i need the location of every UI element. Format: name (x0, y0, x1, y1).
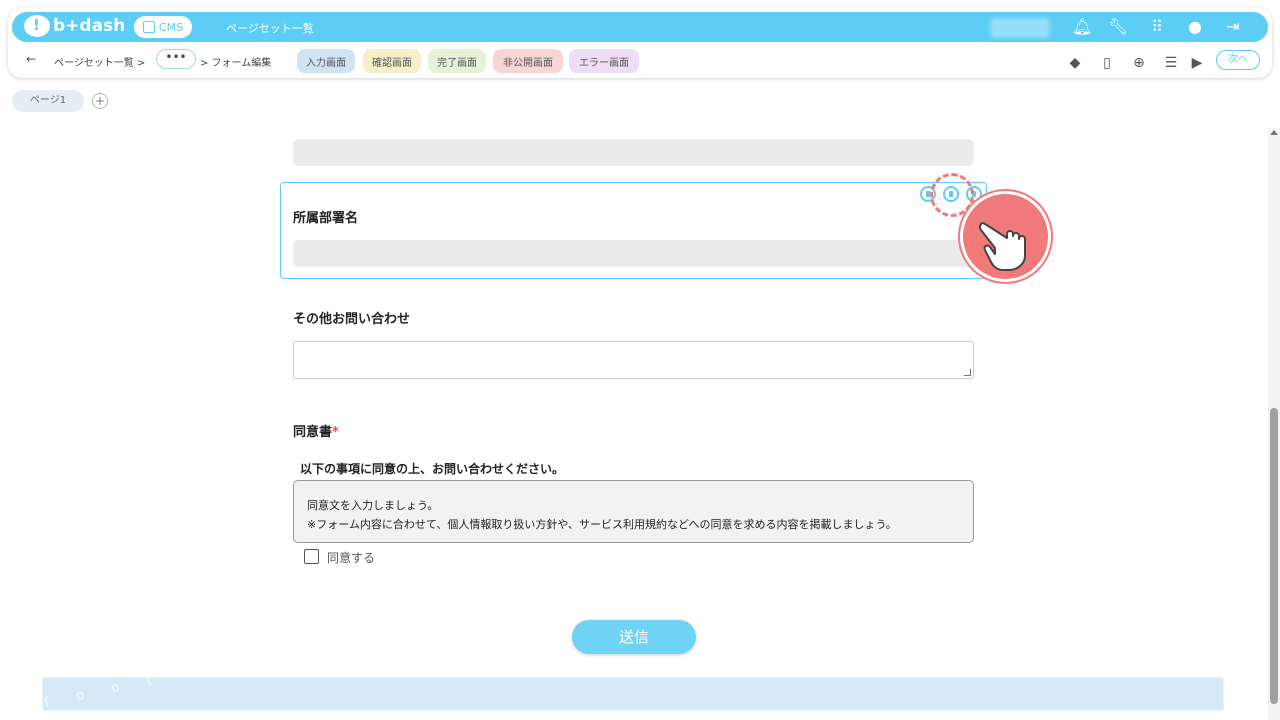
header-title: ページセット一覧 (226, 22, 314, 35)
logo[interactable]: b+dash (24, 15, 125, 37)
scroll-up-arrow-icon[interactable] (1270, 130, 1278, 135)
agree-label[interactable]: 同意する (327, 549, 375, 566)
tab-input[interactable]: 入力画面 (297, 49, 355, 73)
pointer-hand-icon (960, 191, 1051, 282)
dept-field-label: 所属部署名 (293, 211, 359, 226)
play-icon[interactable]: ▶ (1188, 54, 1206, 72)
tab-error[interactable]: エラー画面 (569, 49, 639, 73)
tab-complete[interactable]: 完了画面 (428, 49, 486, 73)
consent-text-box: 同意文を入力しましょう。 ※フォーム内容に合わせて、個人情報取り扱い方針や、サー… (293, 480, 974, 543)
hand-icon (978, 222, 1026, 271)
consent-line-2: ※フォーム内容に合わせて、個人情報取り扱い方針や、サービス利用規約などへの同意を… (307, 518, 897, 531)
dept-field-input[interactable] (293, 240, 974, 267)
chat-icon[interactable]: ● (1186, 18, 1204, 36)
next-button[interactable]: 次へ (1216, 50, 1260, 70)
header-bar: b+dash CMS ページセット一覧 🔔︎ 🔧︎ ⠿ ● ⇥ (12, 12, 1268, 42)
consent-line-1: 同意文を入力しましょう。 (307, 499, 439, 512)
other-inquiry-label: その他お問い合わせ (293, 312, 411, 327)
tab-confirm[interactable]: 確認画面 (363, 49, 421, 73)
other-inquiry-textarea[interactable] (293, 341, 974, 379)
footer-pattern: footer ▣ footer ▣ footer ▣ footer ▣ foot… (43, 677, 249, 711)
back-button[interactable]: ← (26, 52, 36, 66)
list-icon[interactable]: ☰ (1162, 54, 1180, 72)
agree-checkbox[interactable] (304, 549, 319, 564)
html-file-icon[interactable]: ▯ (1098, 54, 1116, 72)
scrollbar-thumb[interactable] (1270, 408, 1278, 704)
add-circle-icon[interactable]: ⊕ (1130, 54, 1148, 72)
logout-icon[interactable]: ⇥ (1224, 18, 1242, 36)
beginner-mark-icon[interactable]: ◆ (1066, 54, 1084, 72)
previous-field-input[interactable] (293, 139, 974, 166)
wrench-icon[interactable]: 🔧︎ (1108, 18, 1128, 36)
submit-button[interactable]: 送信 (572, 620, 696, 654)
grid-icon[interactable]: ⠿ (1148, 18, 1166, 36)
cms-button[interactable]: CMS (134, 16, 192, 38)
edit-icon (142, 21, 155, 33)
breadcrumb-pageset-list[interactable]: ページセット一覧 > (54, 54, 145, 69)
consent-label: 同意書* (293, 425, 339, 440)
bell-icon[interactable]: 🔔︎ (1072, 18, 1092, 36)
logo-text: b+dash (53, 16, 126, 36)
cms-label: CMS (158, 20, 184, 34)
tab-private[interactable]: 非公開画面 (493, 49, 563, 73)
add-page-button[interactable]: + (92, 93, 108, 109)
sub-toolbar: ← ページセット一覧 > ••• > フォーム編集 入力画面 確認画面 完了画面… (8, 48, 1272, 76)
footer-placeholder[interactable]: footer ▣ footer ▣ footer ▣ footer ▣ foot… (42, 677, 1224, 711)
required-mark: * (332, 425, 339, 440)
logo-bubble-icon (24, 15, 50, 37)
breadcrumb-form-edit: > フォーム編集 (200, 58, 272, 69)
consent-heading: 以下の事項に同意の上、お問い合わせください。 (300, 462, 565, 476)
resize-handle-icon[interactable] (964, 369, 971, 376)
user-info-blurred (990, 18, 1050, 38)
page-tab-1[interactable]: ページ1 (12, 90, 84, 112)
top-bar: b+dash CMS ページセット一覧 🔔︎ 🔧︎ ⠿ ● ⇥ ← ページセット… (8, 8, 1272, 78)
breadcrumb-more-button[interactable]: ••• (156, 49, 196, 69)
